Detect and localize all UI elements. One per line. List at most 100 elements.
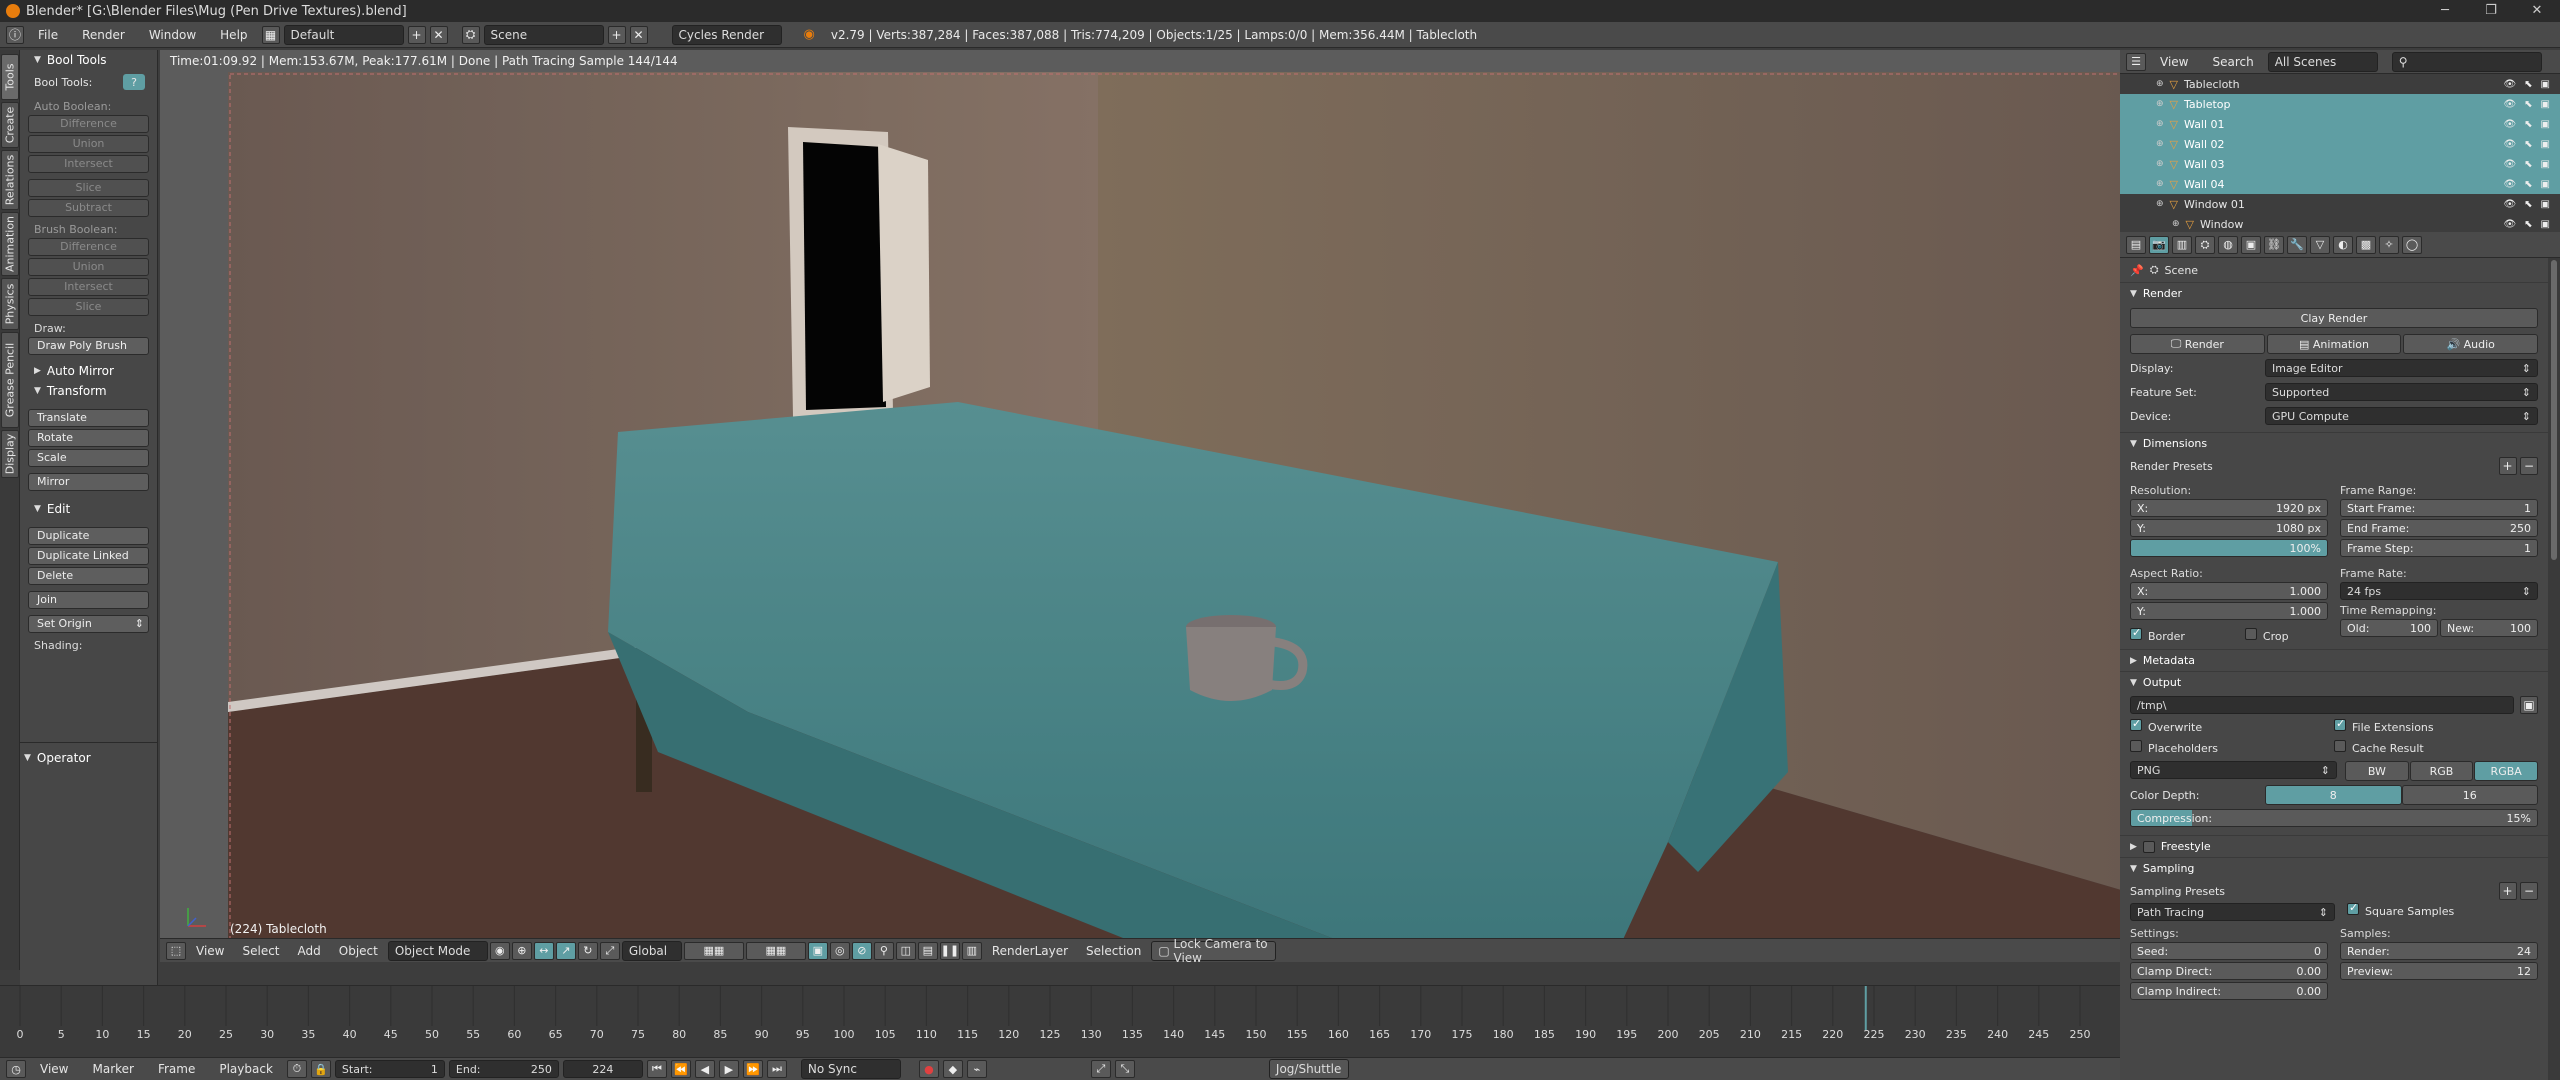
outliner-row[interactable]: ⊕ ▽ Tablecloth 👁 ⬉ ▣ xyxy=(2120,74,2560,94)
outliner-row[interactable]: ⊕ ▽ Wall 03 👁 ⬉ ▣ xyxy=(2120,154,2560,174)
timeline[interactable]: 0 5 10 15 20 25 30 35 40 45 50 55 60 65 70 75 80 85 90 95 10… xyxy=(0,985,2120,1057)
remove-preset-button[interactable]: − xyxy=(2520,457,2538,475)
material-tab-icon[interactable]: ◐ xyxy=(2333,235,2353,254)
render-camera-icon[interactable]: ▣ xyxy=(2541,219,2550,230)
timeline-menu-playback[interactable]: Playback xyxy=(209,1056,283,1080)
feature-set-dropdown[interactable]: Supported ⇕ xyxy=(2265,383,2538,401)
start-frame-field[interactable]: Start Frame: 1 xyxy=(2340,499,2538,517)
mirror-button[interactable]: Mirror xyxy=(28,473,149,491)
visibility-eye-icon[interactable]: 👁 xyxy=(2503,179,2516,190)
select-cursor-icon[interactable]: ⬉ xyxy=(2524,159,2532,170)
lock-layers-icon[interactable]: ▣ xyxy=(807,941,828,960)
audio-button[interactable]: 🔊 Audio xyxy=(2403,334,2539,354)
join-button[interactable]: Join xyxy=(28,591,149,609)
lock-frame-icon[interactable]: 🔒 xyxy=(310,1060,331,1078)
auto-slice-button[interactable]: Slice xyxy=(28,179,149,197)
clamp-indirect-field[interactable]: Clamp Indirect: 0.00 xyxy=(2130,982,2328,1000)
visibility-eye-icon[interactable]: 👁 xyxy=(2503,159,2516,170)
play-reverse-icon[interactable]: ◀ xyxy=(694,1060,715,1078)
scene-dropdown[interactable]: Scene xyxy=(483,24,604,45)
color-bw-button[interactable]: BW xyxy=(2345,761,2409,781)
rotate-button[interactable]: Rotate xyxy=(28,429,149,447)
aspect-x-field[interactable]: X: 1.000 xyxy=(2130,582,2328,600)
remove-sampling-preset-button[interactable]: − xyxy=(2520,882,2538,900)
jog-shuttle-button[interactable]: Jog/Shuttle xyxy=(1268,1059,1349,1079)
keyframe-type-icon[interactable]: ⤢ xyxy=(1090,1060,1111,1078)
auto-subtract-button[interactable]: Subtract xyxy=(28,199,149,217)
outliner-row[interactable]: ⊕ ▽ Window 01 👁 ⬉ ▣ xyxy=(2120,194,2560,214)
snap-icon[interactable]: ◎ xyxy=(829,941,850,960)
keyframe-insert-icon[interactable]: ⌁ xyxy=(966,1060,987,1078)
select-cursor-icon[interactable]: ⬉ xyxy=(2524,119,2532,130)
resolution-y-field[interactable]: Y: 1080 px xyxy=(2130,519,2328,537)
render-camera-icon[interactable]: ▣ xyxy=(2541,179,2550,190)
viewport-menu-object[interactable]: Object xyxy=(331,939,386,963)
outliner-row[interactable]: ⊕ ▽ Wall 02 👁 ⬉ ▣ xyxy=(2120,134,2560,154)
edit-panel-header[interactable]: ▼ Edit xyxy=(20,499,157,519)
output-path-field[interactable]: /tmp\ xyxy=(2130,696,2514,714)
timeline-menu-view[interactable]: View xyxy=(30,1056,78,1080)
select-cursor-icon[interactable]: ⬉ xyxy=(2524,139,2532,150)
tab-animation[interactable]: Animation xyxy=(1,212,19,276)
output-section-header[interactable]: ▼ Output xyxy=(2120,671,2548,693)
timeline-menu-marker[interactable]: Marker xyxy=(82,1056,143,1080)
render-camera-icon[interactable]: ▣ xyxy=(2541,159,2550,170)
sampling-section-header[interactable]: ▼ Sampling xyxy=(2120,857,2548,879)
render-camera-icon[interactable]: ▣ xyxy=(2541,79,2550,90)
outliner-row[interactable]: ⊕ ▽ Wall 01 👁 ⬉ ▣ xyxy=(2120,114,2560,134)
outliner-row[interactable]: ⊕ ▽ Wall 04 👁 ⬉ ▣ xyxy=(2120,174,2560,194)
dimensions-section-header[interactable]: ▼ Dimensions xyxy=(2120,432,2548,454)
scale-manipulator-icon[interactable]: ⤢ xyxy=(599,941,620,960)
3d-viewport[interactable]: Time:01:09.92 | Mem:153.67M, Peak:177.61… xyxy=(160,50,2120,962)
frame-rate-dropdown[interactable]: 24 fps ⇕ xyxy=(2340,582,2538,600)
expand-icon[interactable]: ⊕ xyxy=(2156,179,2164,189)
snap-toggle-icon[interactable]: ⊘ xyxy=(851,941,872,960)
display-dropdown[interactable]: Image Editor ⇕ xyxy=(2265,359,2538,377)
render-layer-label[interactable]: RenderLayer xyxy=(984,939,1076,963)
depth-16-button[interactable]: 16 xyxy=(2401,785,2538,805)
record-icon[interactable]: ● xyxy=(918,1060,939,1078)
render-section-header[interactable]: ▼ Render xyxy=(2120,282,2548,304)
cache-result-checkbox[interactable]: Cache Result xyxy=(2334,740,2538,755)
render-camera-icon[interactable]: ▣ xyxy=(2541,139,2550,150)
select-cursor-icon[interactable]: ⬉ xyxy=(2524,179,2532,190)
translate-manipulator-icon[interactable]: ↗ xyxy=(555,941,576,960)
render-camera-icon[interactable]: ▣ xyxy=(2541,199,2550,210)
tab-display[interactable]: Display xyxy=(1,430,19,478)
lock-camera-to-view-toggle[interactable]: ▢ Lock Camera to View xyxy=(1151,937,1277,962)
outliner-row[interactable]: ⊕ ▽ Window 👁 ⬉ ▣ xyxy=(2120,214,2560,232)
visibility-eye-icon[interactable]: 👁 xyxy=(2503,139,2516,150)
device-dropdown[interactable]: GPU Compute ⇕ xyxy=(2265,407,2538,425)
render-presets-dropdown[interactable]: Render Presets xyxy=(2130,460,2213,473)
draw-poly-brush-button[interactable]: Draw Poly Brush xyxy=(28,337,149,355)
outliner-search-input[interactable]: ⚲ xyxy=(2391,51,2542,72)
constraints-tab-icon[interactable]: ⛓ xyxy=(2264,235,2284,254)
remove-scene-button[interactable]: ✕ xyxy=(629,25,648,44)
remove-layout-button[interactable]: ✕ xyxy=(429,25,448,44)
select-cursor-icon[interactable]: ⬉ xyxy=(2524,79,2532,90)
scene-tab-icon[interactable]: ⛭ xyxy=(2195,235,2215,254)
visibility-eye-icon[interactable]: 👁 xyxy=(2503,199,2516,210)
end-frame-field[interactable]: End: 250 xyxy=(448,1060,559,1078)
tab-create[interactable]: Create xyxy=(1,102,19,148)
expand-icon[interactable]: ⊕ xyxy=(2156,139,2164,149)
compression-slider[interactable]: Compression: 15% xyxy=(2130,809,2538,827)
brush-intersect-button[interactable]: Intersect xyxy=(28,278,149,296)
render-icon[interactable]: ◫ xyxy=(895,941,916,960)
outliner-filter-dropdown[interactable]: All Scenes xyxy=(2267,51,2378,72)
pause-icon[interactable]: ❚❚ xyxy=(939,941,960,960)
properties-scrollbar[interactable] xyxy=(2548,258,2560,1080)
rotate-manipulator-icon[interactable]: ↻ xyxy=(577,941,598,960)
render-button[interactable]: 🖵 Render xyxy=(2130,334,2265,354)
outliner-menu-search[interactable]: Search xyxy=(2202,49,2263,75)
preview-samples-field[interactable]: Preview: 12 xyxy=(2340,962,2538,980)
keyframe-delete-icon[interactable]: ⤡ xyxy=(1114,1060,1135,1078)
expand-icon[interactable]: ⊕ xyxy=(2156,79,2164,89)
auto-mirror-panel-header[interactable]: ▶ Auto Mirror xyxy=(20,361,157,381)
file-format-dropdown[interactable]: PNG ⇕ xyxy=(2130,761,2337,779)
physics-tab-icon[interactable]: ◯ xyxy=(2402,235,2422,254)
modifiers-tab-icon[interactable]: 🔧 xyxy=(2287,235,2307,254)
animation-button[interactable]: ▤ Animation xyxy=(2266,334,2402,354)
menu-window[interactable]: Window xyxy=(139,22,206,48)
auto-intersect-button[interactable]: Intersect xyxy=(28,155,149,173)
